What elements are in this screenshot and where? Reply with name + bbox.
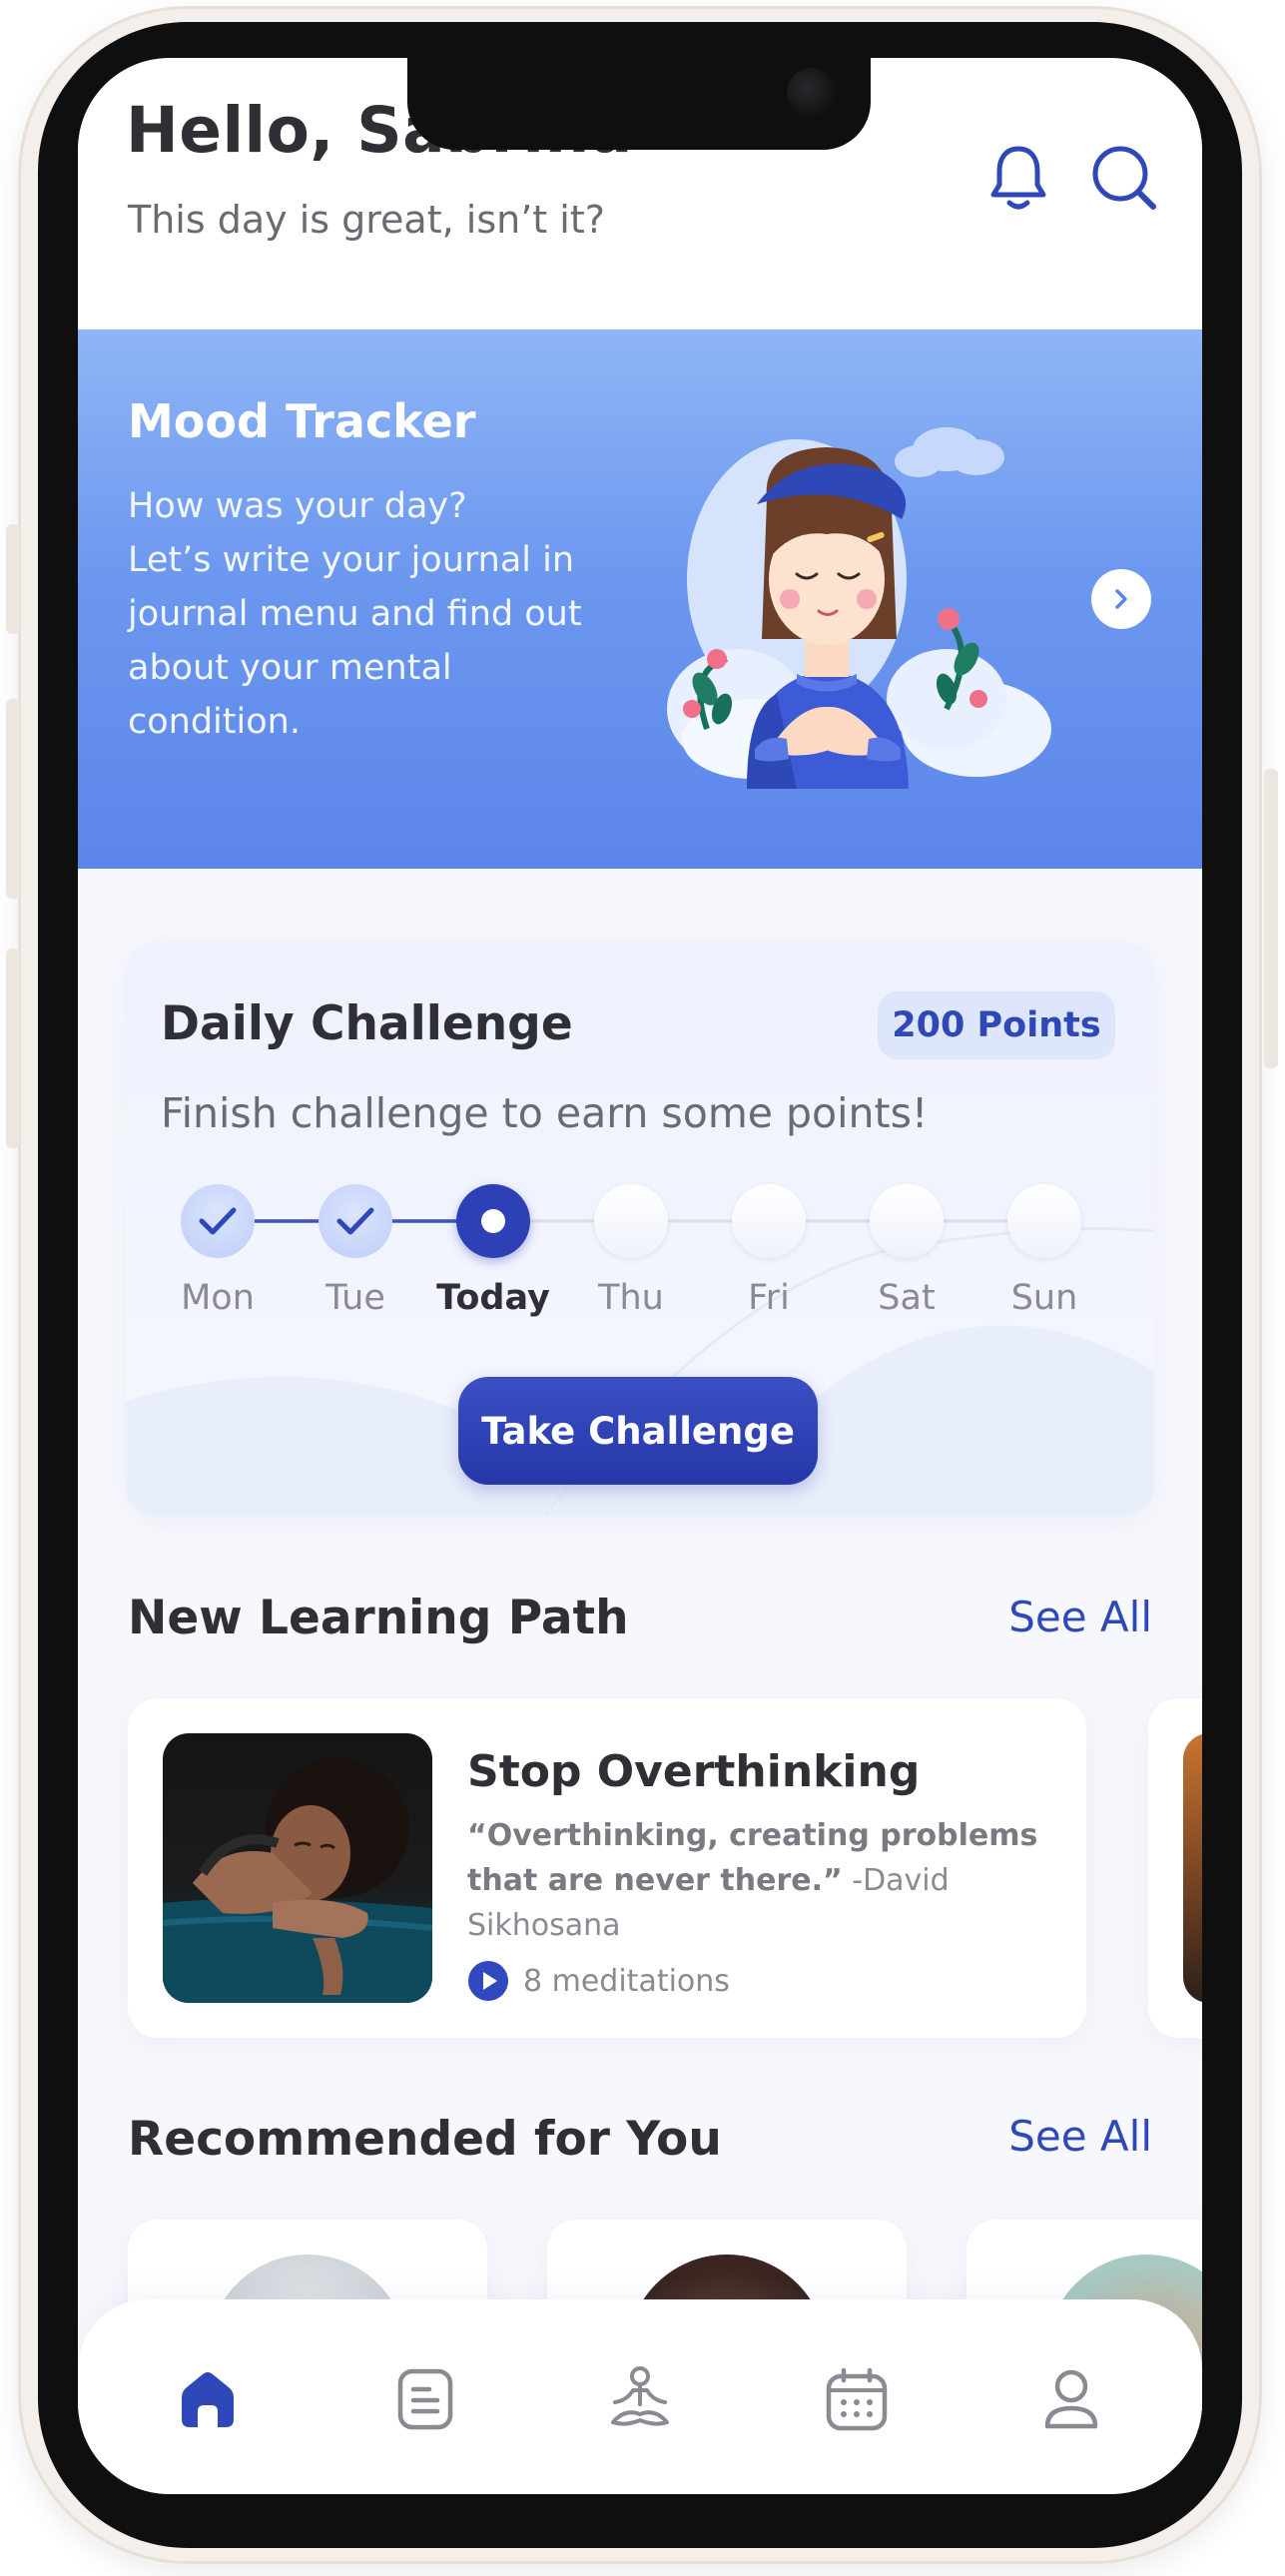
chevron-right-icon <box>1115 589 1127 609</box>
day-node-thu <box>594 1184 668 1258</box>
daily-challenge-card: Daily Challenge 200 Points Finish challe… <box>126 942 1154 1516</box>
learning-path-title: New Learning Path <box>128 1591 629 1645</box>
power-button <box>1264 769 1278 1068</box>
play-icon <box>468 1961 508 2001</box>
learning-path-quote: “Overthinking, creating problems that ar… <box>467 1813 1066 1948</box>
day-node-today <box>456 1184 530 1258</box>
tab-profile[interactable] <box>1026 2354 1116 2444</box>
bell-icon <box>990 146 1046 210</box>
learning-path-card[interactable]: Stop Overthinking “Overthinking, creatin… <box>128 1698 1086 2038</box>
day-node-fri <box>732 1184 806 1258</box>
profile-icon <box>1044 2369 1098 2429</box>
mood-text-line: about your mental <box>128 648 452 688</box>
tab-home[interactable] <box>163 2354 253 2444</box>
learning-path-card-next[interactable] <box>1148 1698 1202 2038</box>
recommended-see-all-link[interactable]: See All <box>1008 2112 1152 2161</box>
recommended-title: Recommended for You <box>128 2112 722 2167</box>
mood-text-line: How was your day? <box>128 486 467 526</box>
mood-tracker-next-button[interactable] <box>1091 569 1151 629</box>
mood-tracker-description: How was your day? Let’s write your journ… <box>128 479 647 749</box>
quote-text: “Overthinking, creating problems that ar… <box>467 1818 1038 1898</box>
bottom-tab-bar <box>78 2299 1202 2494</box>
current-day-dot <box>481 1209 505 1233</box>
learning-path-image-next <box>1183 1733 1202 2003</box>
day-node-mon <box>181 1184 255 1258</box>
learning-path-card-title: Stop Overthinking <box>467 1746 921 1797</box>
app-screen: Hello, Sabrina This day is great, isn’t … <box>78 58 1202 2494</box>
greeting-subtitle: This day is great, isn’t it? <box>128 198 605 242</box>
home-icon <box>182 2372 234 2427</box>
notch <box>407 58 871 150</box>
meditations-count: 8 meditations <box>523 1963 730 1999</box>
journal-icon <box>397 2368 453 2430</box>
meditation-icon <box>611 2366 669 2426</box>
learning-path-meta: 8 meditations <box>467 1960 730 2002</box>
woman-resting-photo <box>163 1733 432 2003</box>
points-badge: 200 Points <box>878 991 1115 1059</box>
tab-meditation[interactable] <box>595 2354 685 2444</box>
mood-text-line: Let’s write your journal in <box>128 540 575 580</box>
search-button[interactable] <box>1084 138 1164 218</box>
check-icon <box>336 1207 374 1235</box>
volume-up-button <box>6 699 20 899</box>
mood-text-line: condition. <box>128 702 301 742</box>
tab-journal[interactable] <box>380 2354 470 2444</box>
tab-calendar[interactable] <box>812 2354 902 2444</box>
day-label: Sun <box>1010 1278 1078 1318</box>
mute-switch <box>6 524 20 634</box>
daily-challenge-subtitle: Finish challenge to earn some points! <box>161 1089 929 1137</box>
day-label: Tue <box>325 1278 385 1318</box>
check-icon <box>199 1207 237 1235</box>
day-label: Sat <box>878 1278 936 1318</box>
day-node-sun <box>1007 1184 1081 1258</box>
day-label: Mon <box>181 1278 255 1318</box>
mood-tracker-banner[interactable]: Mood Tracker How was your day? Let’s wri… <box>78 329 1202 869</box>
take-challenge-button[interactable]: Take Challenge <box>458 1377 818 1485</box>
camera <box>787 68 837 118</box>
calendar-icon <box>826 2367 888 2431</box>
mood-tracker-title: Mood Tracker <box>128 394 476 448</box>
day-node-tue <box>319 1184 392 1258</box>
day-label: Thu <box>598 1278 664 1318</box>
notification-button[interactable] <box>978 138 1058 218</box>
mood-illustration <box>667 427 1051 789</box>
search-icon <box>1092 146 1156 210</box>
volume-down-button <box>6 949 20 1148</box>
mood-text-line: journal menu and find out <box>128 594 582 634</box>
day-label-today: Today <box>436 1278 550 1318</box>
learning-path-see-all-link[interactable]: See All <box>1008 1593 1152 1641</box>
learning-path-image <box>163 1733 432 2003</box>
day-label: Fri <box>748 1278 790 1318</box>
daily-challenge-title: Daily Challenge <box>161 996 573 1051</box>
day-node-sat <box>870 1184 944 1258</box>
